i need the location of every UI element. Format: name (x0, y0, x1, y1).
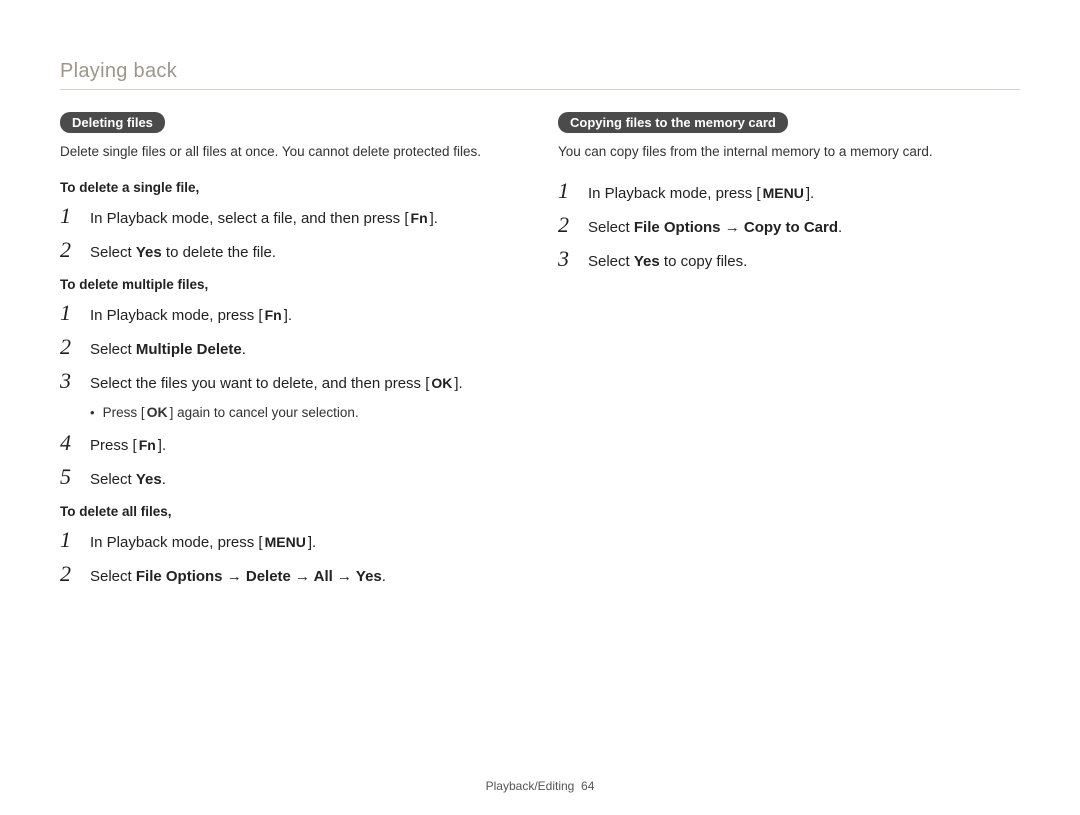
manual-page: Playing back Deleting files Delete singl… (0, 0, 1080, 815)
step-number: 2 (558, 214, 576, 236)
step-number: 3 (60, 370, 78, 392)
step-text-pre: Select the files you want to delete, and… (90, 375, 429, 392)
step-item: 1 In Playback mode, press [Fn]. (60, 302, 522, 326)
subheading-delete-all: To delete all files, (60, 504, 522, 519)
step-text-pre: In Playback mode, press [ (588, 185, 761, 202)
step-text: Select Yes to delete the file. (90, 242, 276, 263)
sub-bullet-text: Press [OK] again to cancel your selectio… (103, 404, 359, 422)
section-title: Playing back (60, 60, 1020, 90)
step-text-post: to copy files. (660, 253, 748, 270)
sub-bullet: • Press [OK] again to cancel your select… (90, 404, 522, 422)
bullet-icon: • (90, 404, 95, 422)
intro-paragraph: You can copy files from the internal mem… (558, 143, 1020, 162)
step-number: 2 (60, 239, 78, 261)
step-text-post: . (242, 341, 246, 358)
left-column: Deleting files Delete single files or al… (60, 108, 522, 597)
step-text-bold: Yes (634, 253, 660, 270)
step-number: 1 (60, 205, 78, 227)
step-text-post: ]. (454, 375, 462, 392)
subheading-delete-multiple: To delete multiple files, (60, 277, 522, 292)
menu-key: MENU (761, 184, 806, 204)
step-text: Select the files you want to delete, and… (90, 373, 463, 394)
step-number: 4 (60, 432, 78, 454)
step-text-post: ]. (284, 307, 292, 324)
step-text: In Playback mode, press [MENU]. (90, 532, 316, 553)
step-text: Select File Options → Copy to Card. (588, 217, 842, 238)
step-text-pre: Select (90, 471, 136, 488)
step-item: 1 In Playback mode, press [MENU]. (558, 180, 1020, 204)
step-text-post: ]. (308, 534, 316, 551)
fn-key: Fn (409, 209, 430, 229)
step-text-pre: Select (588, 219, 634, 236)
step-text: Select File Options → Delete → All → Yes… (90, 566, 386, 587)
step-number: 1 (558, 180, 576, 202)
step-text-pre: Press [ (90, 437, 137, 454)
step-text: In Playback mode, press [MENU]. (588, 183, 814, 204)
menu-key: MENU (263, 533, 308, 553)
sub-bullet-pre: Press [ (103, 405, 145, 420)
step-text-post: ]. (430, 210, 438, 227)
step-text-pre: Select (90, 341, 136, 358)
step-item: 5 Select Yes. (60, 466, 522, 490)
step-text-pre: Select (90, 244, 136, 261)
footer-page-number: 64 (581, 779, 594, 793)
step-text: Select Multiple Delete. (90, 339, 246, 360)
step-text: Select Yes to copy files. (588, 251, 747, 272)
step-number: 1 (60, 302, 78, 324)
step-number: 2 (60, 336, 78, 358)
fn-key: Fn (263, 306, 284, 326)
step-text-bold: File Options → Delete → All → Yes (136, 568, 382, 585)
step-text-post: to delete the file. (162, 244, 276, 261)
step-item: 2 Select File Options → Copy to Card. (558, 214, 1020, 238)
step-text-bold: File Options → Copy to Card (634, 219, 838, 236)
step-text: Press [Fn]. (90, 435, 166, 456)
step-text-post: ]. (806, 185, 814, 202)
step-number: 1 (60, 529, 78, 551)
step-item: 4 Press [Fn]. (60, 432, 522, 456)
subheading-delete-single: To delete a single file, (60, 180, 522, 195)
step-text-pre: Select (90, 568, 136, 585)
footer-label: Playback/Editing (486, 779, 575, 793)
intro-paragraph: Delete single files or all files at once… (60, 143, 522, 162)
step-item: 1 In Playback mode, select a file, and t… (60, 205, 522, 229)
step-item: 2 Select File Options → Delete → All → Y… (60, 563, 522, 587)
step-number: 2 (60, 563, 78, 585)
step-text-bold: Multiple Delete (136, 341, 242, 358)
two-column-layout: Deleting files Delete single files or al… (60, 108, 1020, 597)
step-text-post: ]. (158, 437, 166, 454)
step-item: 1 In Playback mode, press [MENU]. (60, 529, 522, 553)
step-item: 3 Select the files you want to delete, a… (60, 370, 522, 394)
step-text-post: . (162, 471, 166, 488)
step-text: In Playback mode, select a file, and the… (90, 208, 438, 229)
ok-key: OK (145, 404, 170, 420)
step-text: Select Yes. (90, 469, 166, 490)
heading-pill-copying-files: Copying files to the memory card (558, 112, 788, 133)
step-text-bold: Yes (136, 471, 162, 488)
step-text-post: . (382, 568, 386, 585)
ok-key: OK (429, 374, 454, 394)
page-footer: Playback/Editing 64 (0, 779, 1080, 793)
step-text-pre: In Playback mode, press [ (90, 534, 263, 551)
right-column: Copying files to the memory card You can… (558, 108, 1020, 597)
step-item: 2 Select Yes to delete the file. (60, 239, 522, 263)
step-text: In Playback mode, press [Fn]. (90, 305, 292, 326)
step-text-pre: In Playback mode, select a file, and the… (90, 210, 409, 227)
step-number: 3 (558, 248, 576, 270)
step-text-post: . (838, 219, 842, 236)
step-text-bold: Yes (136, 244, 162, 261)
step-number: 5 (60, 466, 78, 488)
step-item: 3 Select Yes to copy files. (558, 248, 1020, 272)
step-text-pre: In Playback mode, press [ (90, 307, 263, 324)
fn-key: Fn (137, 436, 158, 456)
step-item: 2 Select Multiple Delete. (60, 336, 522, 360)
heading-pill-deleting-files: Deleting files (60, 112, 165, 133)
sub-bullet-post: ] again to cancel your selection. (170, 405, 359, 420)
step-text-pre: Select (588, 253, 634, 270)
